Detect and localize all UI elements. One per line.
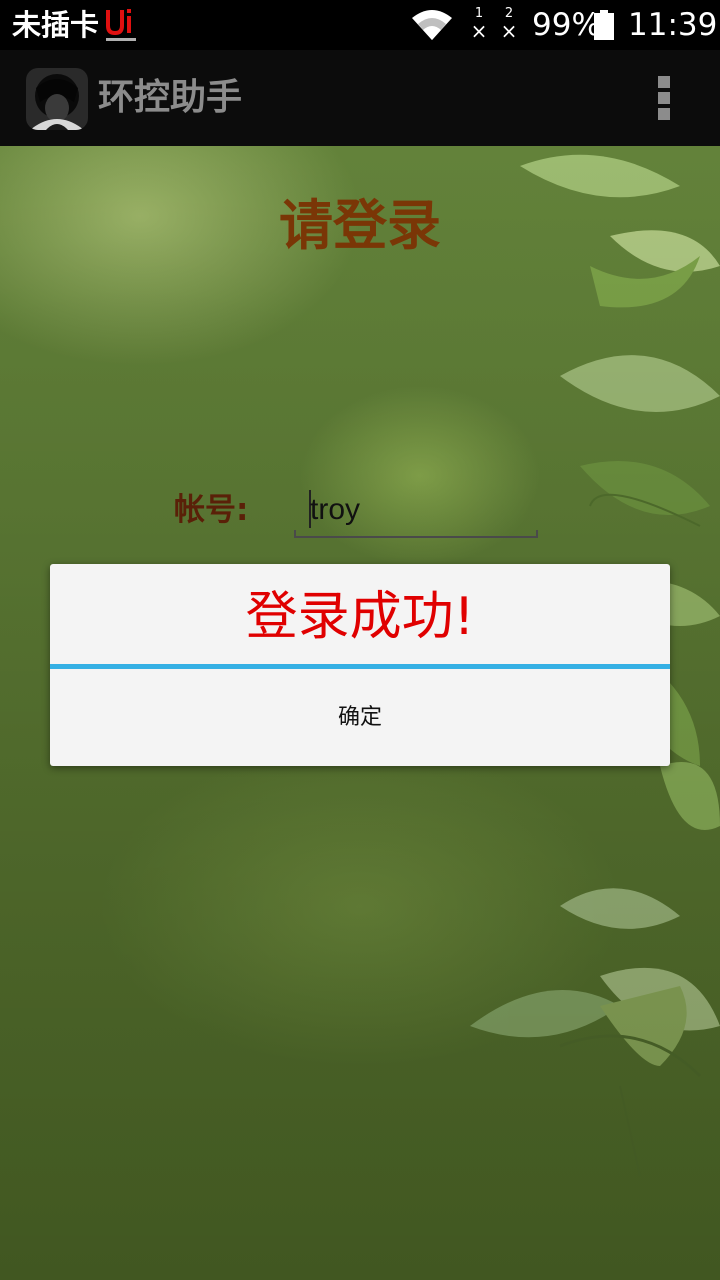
account-label: 帐号:	[174, 492, 249, 528]
app-avatar-icon[interactable]	[26, 68, 88, 130]
overflow-menu-icon[interactable]	[650, 74, 678, 122]
carrier-text: 未插卡	[12, 8, 100, 42]
login-title: 请登录	[279, 194, 441, 257]
sim2-no-signal: ×	[500, 19, 518, 43]
account-value: troy	[310, 493, 361, 526]
battery-icon	[594, 10, 614, 40]
status-bar: 未插卡 1 × 2 × 99% 11:39	[0, 0, 720, 50]
sim2-signal-icon: 2 ×	[496, 6, 522, 44]
ui-emotion-logo-icon	[104, 6, 138, 44]
confirm-button[interactable]: 确定	[50, 669, 670, 766]
account-input[interactable]: troy	[294, 486, 538, 538]
app-title: 环控助手	[98, 77, 243, 118]
sim1-no-signal: ×	[470, 19, 488, 43]
battery-percent: 99%	[532, 7, 601, 43]
clock: 11:39	[628, 7, 718, 43]
sim1-signal-icon: 1 ×	[466, 6, 492, 44]
action-bar: 环控助手	[0, 50, 720, 146]
dialog-message: 登录成功!	[245, 587, 475, 647]
login-success-dialog: 登录成功! 确定	[50, 564, 670, 766]
wifi-icon	[410, 8, 454, 42]
